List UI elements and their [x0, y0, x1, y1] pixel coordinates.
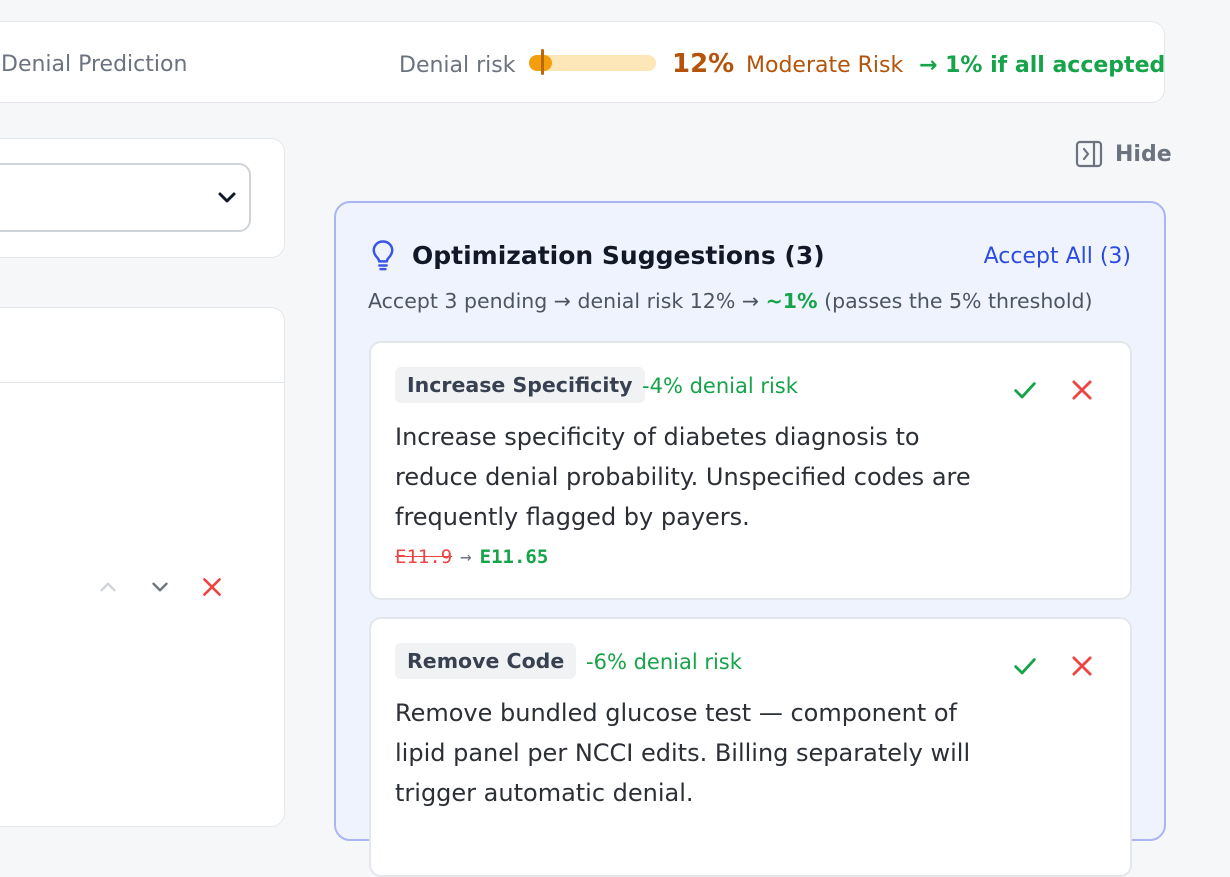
accept-all-button[interactable]: Accept All (3)	[984, 244, 1131, 269]
lightbulb-icon	[372, 240, 394, 271]
panel-title: Optimization Suggestions (3)	[412, 240, 825, 270]
new-code: E11.65	[479, 546, 549, 568]
suggestion-impact: -4% denial risk	[642, 374, 798, 398]
chevron-down-icon	[152, 582, 168, 592]
suggestions-summary: Accept 3 pending → denial risk 12% → ~1%…	[368, 289, 1093, 313]
payer-select[interactable]	[0, 163, 251, 232]
summary-threshold: (passes the 5% threshold)	[824, 289, 1093, 313]
accept-suggestion-button[interactable]	[1011, 376, 1039, 404]
move-up-button[interactable]	[95, 574, 121, 600]
summary-target-risk: ~1%	[765, 289, 818, 313]
accept-suggestion-button[interactable]	[1011, 652, 1039, 680]
reject-suggestion-button[interactable]	[1068, 652, 1096, 680]
risk-level-badge: Moderate Risk	[746, 53, 904, 78]
code-row-controls	[95, 574, 235, 600]
codes-list-card: t	[0, 307, 285, 827]
denial-risk-marker	[541, 49, 544, 75]
suggestion-description: Increase specificity of diabetes diagnos…	[395, 423, 971, 531]
suggestion-type-tag: Remove Code	[395, 643, 577, 679]
suggestion-card: Increase Specificity -4% denial risk Inc…	[369, 341, 1132, 600]
suggestion-type-tag: Increase Specificity	[395, 367, 645, 403]
old-code: E11.9	[395, 546, 453, 568]
chevron-up-icon	[100, 582, 116, 592]
move-down-button[interactable]	[147, 574, 173, 600]
header-title: Denial Prediction	[1, 52, 188, 77]
denial-prediction-bar: Denial Prediction Denial risk 12% Modera…	[0, 21, 1165, 103]
denial-risk-value: 12%	[672, 49, 735, 79]
summary-prefix: Accept 3 pending → denial risk 12% →	[368, 289, 760, 313]
code-change: E11.9 → E11.65	[395, 546, 548, 568]
chevron-down-icon	[218, 192, 236, 203]
risk-target-text: → 1% if all accepted	[919, 53, 1166, 78]
hide-panel-button[interactable]: Hide	[1075, 140, 1172, 168]
suggestion-description: Remove bundled glucose test — component …	[395, 699, 971, 807]
denial-risk-label: Denial risk	[399, 53, 516, 78]
panel-collapse-icon	[1075, 140, 1103, 168]
suggestion-impact: -6% denial risk	[586, 650, 742, 674]
close-icon	[203, 578, 221, 596]
suggestion-card: Remove Code -6% denial risk Remove bundl…	[369, 617, 1132, 877]
hide-label: Hide	[1115, 141, 1172, 167]
reject-suggestion-button[interactable]	[1068, 376, 1096, 404]
panel-header: Optimization Suggestions (3)	[368, 239, 825, 271]
divider	[0, 382, 284, 383]
denial-risk-meter	[529, 49, 656, 75]
optimization-suggestions-panel: Optimization Suggestions (3) Accept All …	[334, 201, 1166, 877]
remove-code-button[interactable]	[199, 574, 225, 600]
code-arrow: →	[460, 546, 472, 568]
